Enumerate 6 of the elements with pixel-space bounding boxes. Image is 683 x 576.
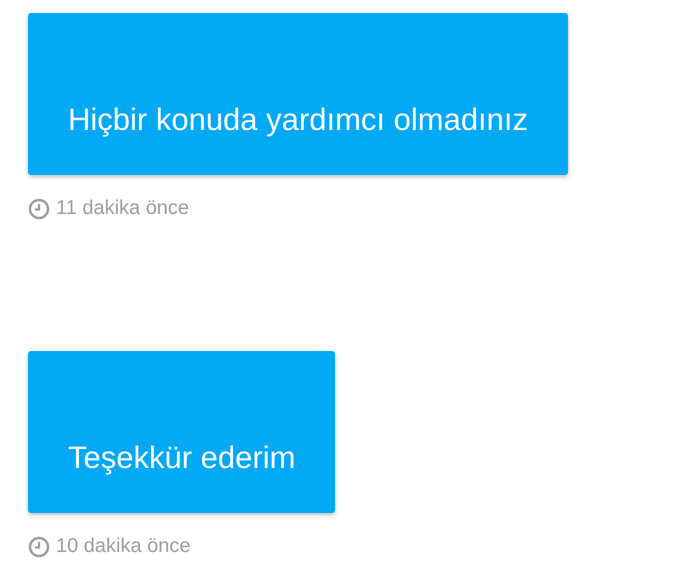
timestamp: 10 dakika önce	[56, 535, 191, 558]
message-bubble: Teşekkür ederim	[28, 351, 336, 513]
timestamp: 11 dakika önce	[56, 197, 190, 220]
message-bubble: Hiçbir konuda yardımcı olmadınız	[28, 13, 568, 175]
clock-icon	[28, 536, 50, 558]
clock-icon	[28, 198, 50, 220]
